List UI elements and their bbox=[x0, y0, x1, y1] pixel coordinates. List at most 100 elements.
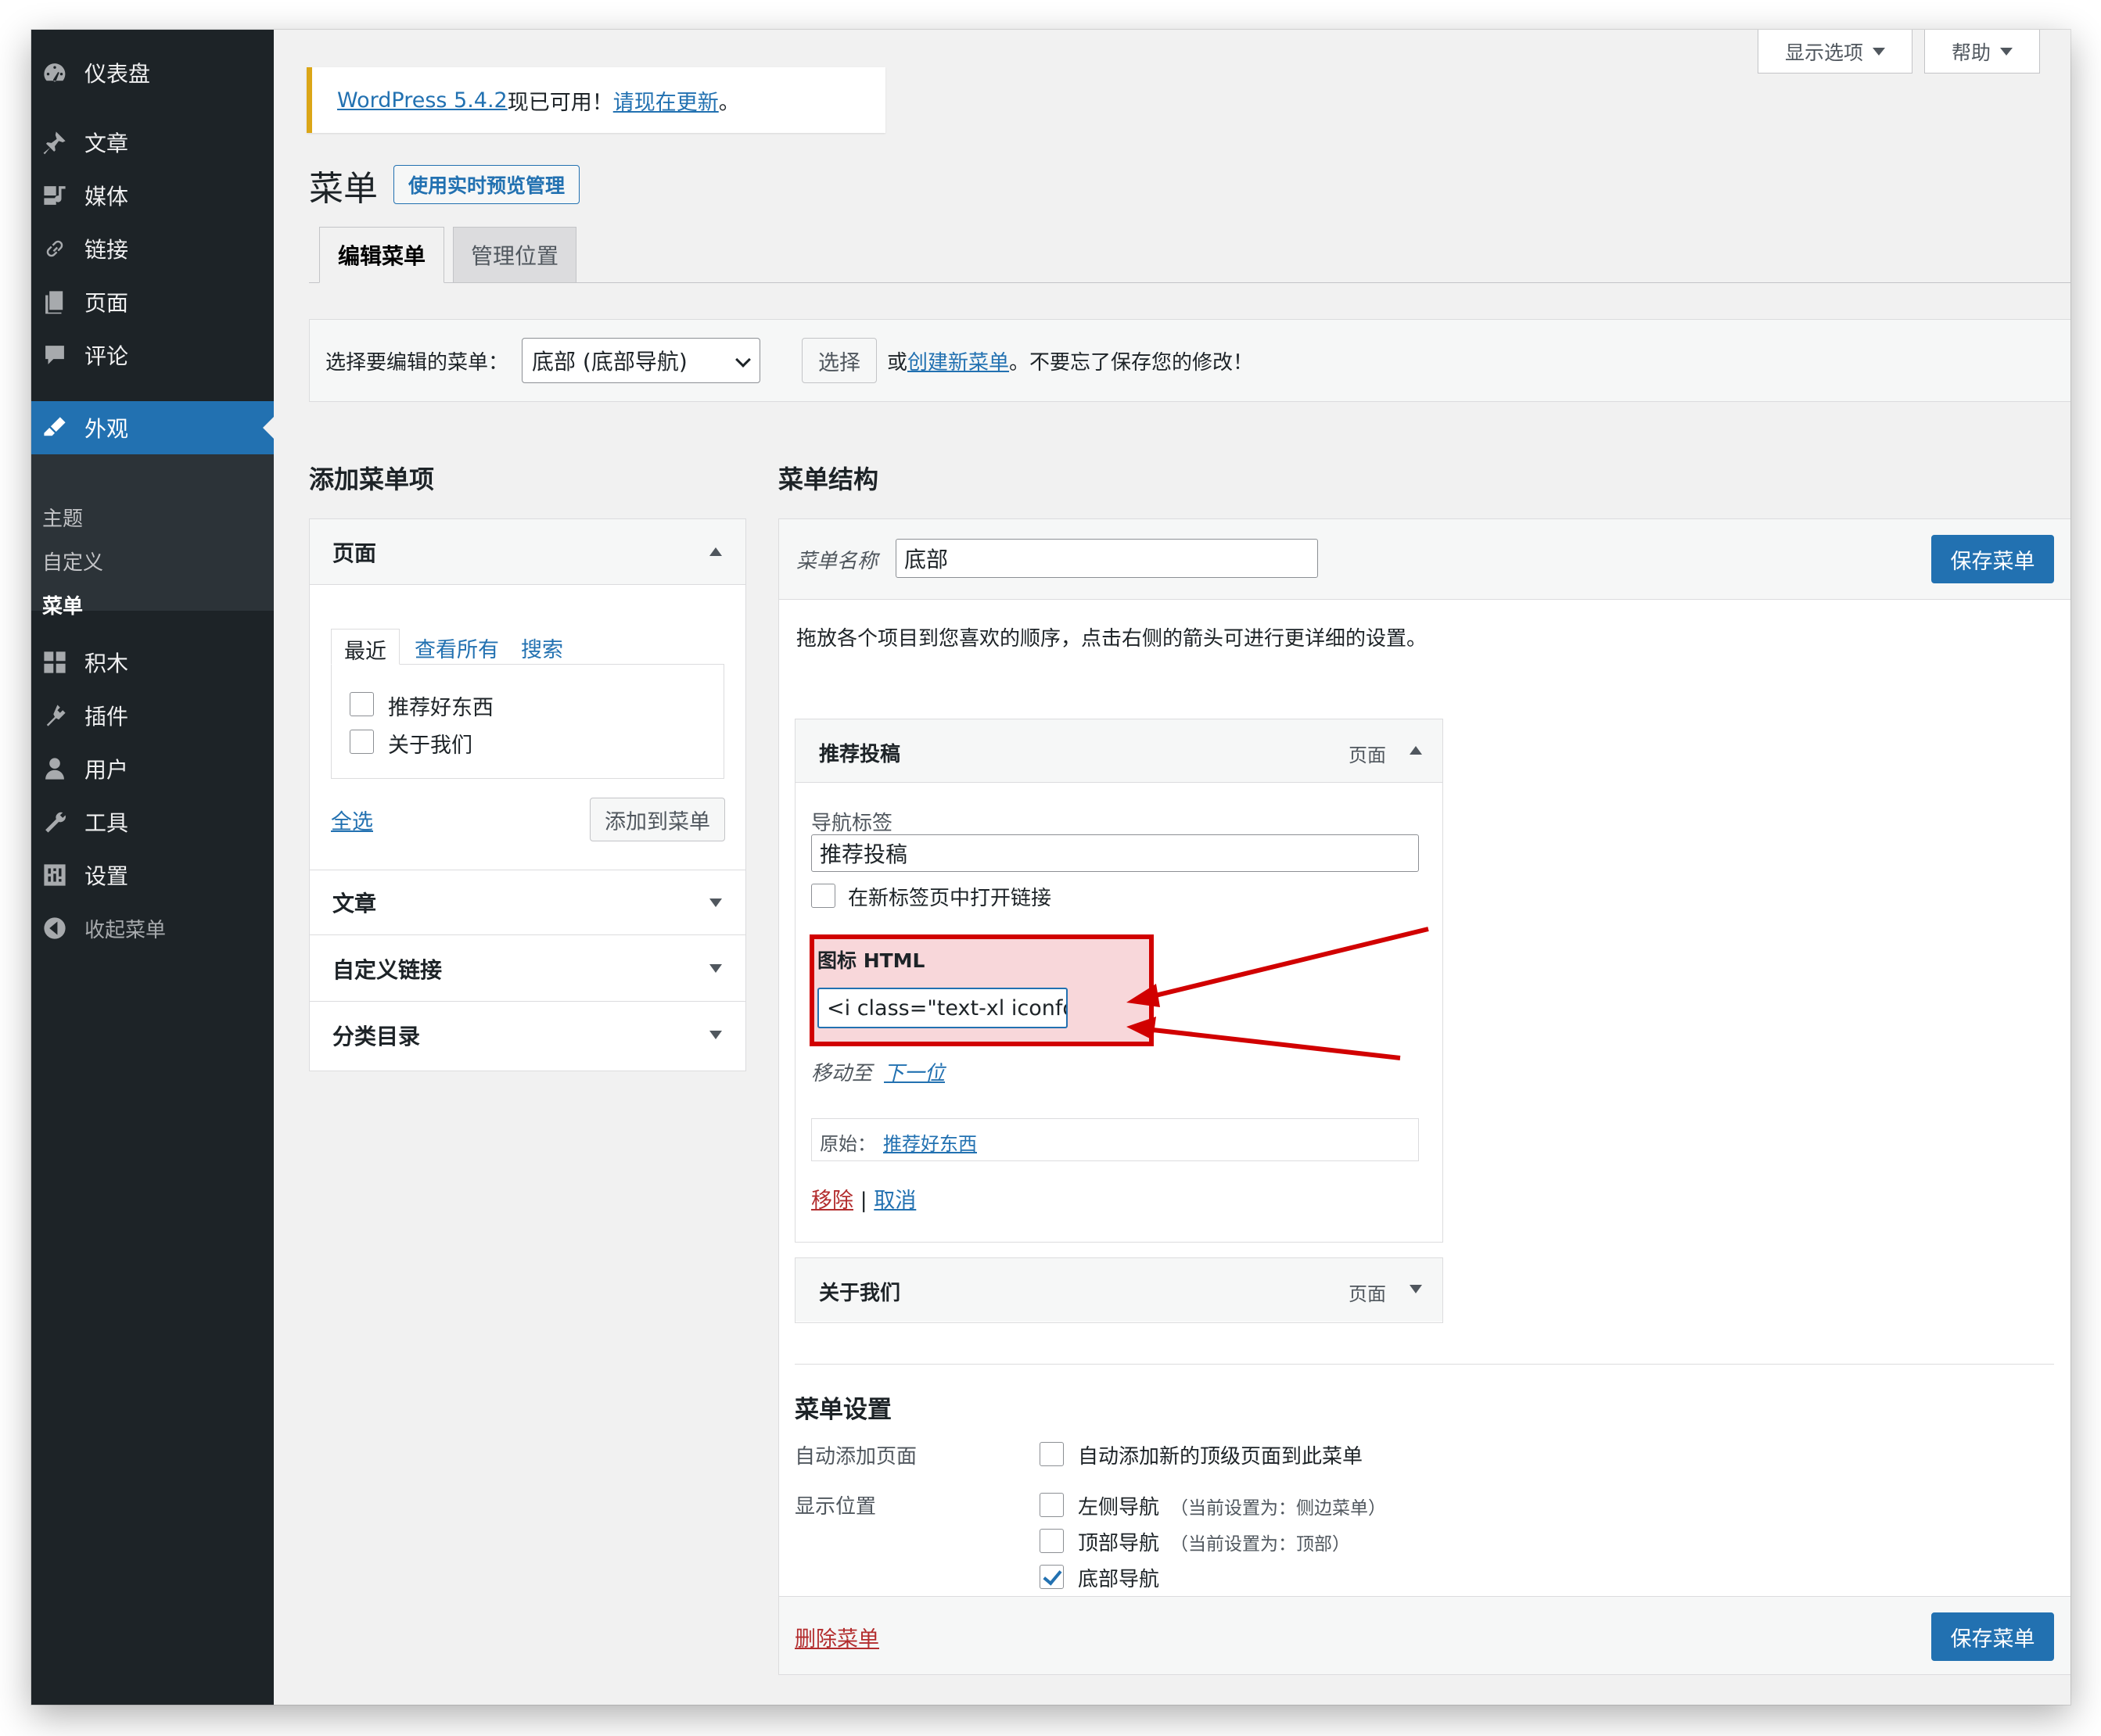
select-bar-text: 或创建新菜单。不要忘了保存您的修改！ bbox=[887, 346, 1253, 375]
location-checkbox-left[interactable] bbox=[1040, 1493, 1064, 1517]
item-actions: 移除 | 取消 bbox=[811, 1183, 916, 1214]
auto-add-checkbox[interactable] bbox=[1040, 1442, 1064, 1466]
menu-item-header[interactable]: 推荐投稿 页面 bbox=[796, 719, 1442, 783]
nav-label-input[interactable]: 推荐投稿 bbox=[811, 834, 1419, 872]
collapse-icon bbox=[39, 913, 70, 944]
move-down-link[interactable]: 下一位 bbox=[884, 1057, 945, 1086]
select-button[interactable]: 选择 bbox=[802, 338, 877, 383]
arrow-up-icon bbox=[709, 547, 722, 556]
menu-select[interactable]: 底部 (底部导航) bbox=[522, 338, 760, 383]
sidebar-collapse[interactable]: 收起菜单 bbox=[31, 902, 274, 955]
reminder-text: 。不要忘了保存您的修改！ bbox=[1009, 350, 1254, 375]
arrow-down-icon bbox=[709, 964, 722, 973]
tab-search[interactable]: 搜索 bbox=[521, 633, 563, 663]
location-note: （当前设置为：顶部） bbox=[1170, 1534, 1350, 1555]
create-menu-link[interactable]: 创建新菜单 bbox=[907, 351, 1009, 375]
move-label: 移动至 bbox=[811, 1062, 873, 1085]
menu-item-header[interactable]: 关于我们 页面 bbox=[796, 1258, 1442, 1322]
screen-options-button[interactable]: 显示选项 bbox=[1758, 30, 1912, 74]
save-menu-button[interactable]: 保存菜单 bbox=[1931, 535, 2054, 583]
add-to-menu-button[interactable]: 添加到菜单 bbox=[590, 798, 725, 841]
sidebar-item-media[interactable]: 媒体 bbox=[31, 169, 274, 222]
sidebar-label: 收起菜单 bbox=[84, 918, 167, 942]
accordion-pages-header[interactable]: 页面 bbox=[310, 519, 745, 585]
submenu-item-customize[interactable]: 自定义 bbox=[42, 547, 103, 576]
menu-footer-bar: 删除菜单 保存菜单 bbox=[779, 1596, 2070, 1674]
menu-item-type: 页面 bbox=[1349, 744, 1386, 766]
sidebar-item-blocks[interactable]: 积木 bbox=[31, 636, 274, 689]
sidebar-label: 积木 bbox=[84, 651, 129, 676]
original-label: 原始： bbox=[820, 1133, 876, 1155]
or-text: 或 bbox=[887, 350, 908, 375]
update-notice: WordPress 5.4.2 现已可用！ 请现在更新 。 bbox=[307, 67, 885, 133]
original-page-link[interactable]: 推荐好东西 bbox=[883, 1128, 977, 1156]
wrench-icon bbox=[39, 806, 70, 838]
sidebar-item-comments[interactable]: 评论 bbox=[31, 328, 274, 382]
sidebar-item-appearance[interactable]: 外观 bbox=[31, 401, 274, 454]
page-icon bbox=[39, 286, 70, 317]
tab-edit-menus[interactable]: 编辑菜单 bbox=[319, 227, 444, 283]
submenu-item-menus[interactable]: 菜单 bbox=[42, 590, 83, 619]
sidebar-label: 仪表盘 bbox=[84, 61, 151, 87]
accordion-title: 自定义链接 bbox=[332, 956, 443, 983]
delete-menu-link[interactable]: 删除菜单 bbox=[795, 1622, 879, 1652]
menu-settings-heading: 菜单设置 bbox=[795, 1396, 892, 1424]
annotation-arrow-line bbox=[1145, 927, 1429, 1000]
sidebar-label: 设置 bbox=[84, 863, 129, 889]
tab-manage-locations[interactable]: 管理位置 bbox=[453, 227, 576, 283]
sidebar-item-dashboard[interactable]: 仪表盘 bbox=[31, 46, 274, 99]
accordion-posts-header[interactable]: 文章 bbox=[310, 870, 745, 935]
accordion-title: 页面 bbox=[332, 540, 377, 566]
submenu-item-themes[interactable]: 主题 bbox=[42, 503, 83, 532]
sidebar-item-links[interactable]: 链接 bbox=[31, 222, 274, 275]
sidebar-item-pages[interactable]: 页面 bbox=[31, 275, 274, 328]
page-title: 菜单 bbox=[309, 169, 378, 209]
menu-name-input[interactable]: 底部 bbox=[896, 539, 1318, 578]
menu-structure-panel: 菜单名称 底部 保存菜单 拖放各个项目到您喜欢的顺序，点击右侧的箭头可进行更详细… bbox=[778, 518, 2070, 1675]
sidebar-item-tools[interactable]: 工具 bbox=[31, 795, 274, 848]
accordion-categories-header[interactable]: 分类目录 bbox=[310, 1003, 745, 1068]
accordion-custom-links-header[interactable]: 自定义链接 bbox=[310, 936, 745, 1002]
annotation-arrowhead bbox=[1126, 1017, 1156, 1040]
sidebar-label: 用户 bbox=[84, 757, 129, 783]
page-checkbox[interactable] bbox=[350, 730, 374, 754]
sidebar-item-posts[interactable]: 文章 bbox=[31, 116, 274, 169]
select-all-link[interactable]: 全选 bbox=[331, 805, 373, 835]
chevron-down-icon bbox=[735, 352, 751, 368]
menu-name-label: 菜单名称 bbox=[796, 550, 878, 573]
wordpress-version-link[interactable]: WordPress 5.4.2 bbox=[337, 88, 508, 113]
help-button[interactable]: 帮助 bbox=[1924, 30, 2040, 74]
arrow-down-icon[interactable] bbox=[1410, 1285, 1422, 1293]
plugin-icon bbox=[39, 700, 70, 731]
tab-view-all[interactable]: 查看所有 bbox=[415, 633, 499, 663]
select-menu-bar: 选择要编辑的菜单： 底部 (底部导航) 选择 或创建新菜单。不要忘了保存您的修改… bbox=[309, 319, 2070, 402]
page-checkbox[interactable] bbox=[350, 692, 374, 716]
arrow-down-icon bbox=[709, 1031, 722, 1039]
add-items-accordion: 页面 最近 查看所有 搜索 推荐好东西 关于我们 全选 添加到菜单 文章 自定义… bbox=[309, 518, 746, 1071]
arrow-up-icon[interactable] bbox=[1410, 746, 1422, 755]
sidebar-label: 插件 bbox=[84, 704, 129, 730]
sidebar-label: 工具 bbox=[84, 810, 129, 836]
link-icon bbox=[39, 233, 70, 264]
location-checkbox-top[interactable] bbox=[1040, 1529, 1064, 1553]
arrow-down-icon bbox=[709, 898, 722, 907]
remove-link[interactable]: 移除 bbox=[811, 1189, 853, 1213]
save-menu-button[interactable]: 保存菜单 bbox=[1931, 1612, 2054, 1661]
location-checkbox-bottom[interactable] bbox=[1040, 1565, 1064, 1589]
location-name: 底部导航 bbox=[1078, 1568, 1160, 1591]
new-tab-checkbox[interactable] bbox=[811, 884, 835, 908]
brush-icon bbox=[39, 412, 70, 443]
sidebar-item-plugins[interactable]: 插件 bbox=[31, 689, 274, 742]
annotation-arrows bbox=[1126, 927, 1429, 1060]
sidebar-item-users[interactable]: 用户 bbox=[31, 742, 274, 795]
auto-add-option: 自动添加新的顶级页面到此菜单 bbox=[1078, 1445, 1363, 1469]
tab-recent[interactable]: 最近 bbox=[331, 629, 400, 665]
update-now-link[interactable]: 请现在更新 bbox=[613, 85, 719, 116]
cancel-link[interactable]: 取消 bbox=[874, 1189, 916, 1213]
icon-html-input[interactable]: <i class="text-xl iconfo bbox=[817, 988, 1068, 1028]
add-items-heading: 添加菜单项 bbox=[309, 464, 435, 494]
screen-options-label: 显示选项 bbox=[1784, 41, 1863, 64]
icon-html-label: 图标 HTML bbox=[817, 949, 925, 972]
live-preview-button[interactable]: 使用实时预览管理 bbox=[393, 165, 580, 204]
sidebar-item-settings[interactable]: 设置 bbox=[31, 848, 274, 902]
